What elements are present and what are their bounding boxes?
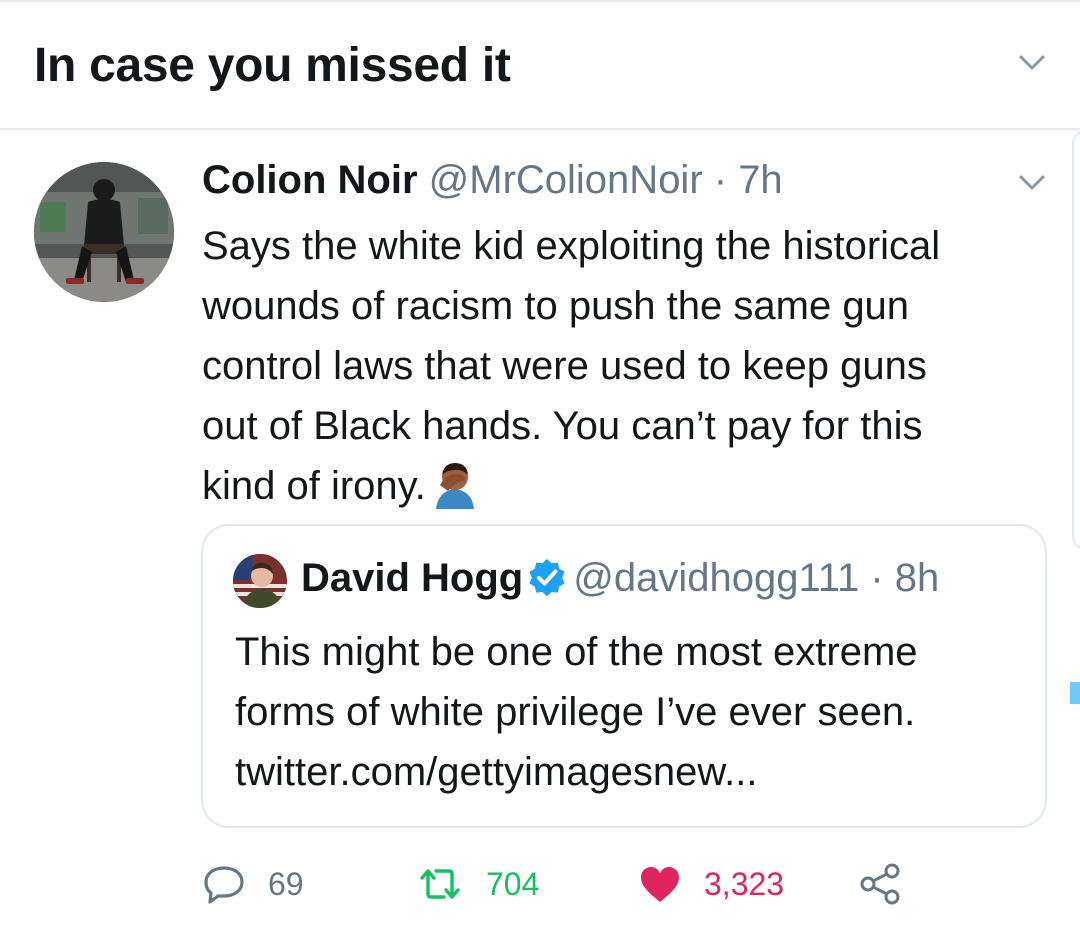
scroll-marker [1070,682,1080,704]
quoted-header: David Hogg @davidhogg111 · 8h [301,556,939,601]
reply-count: 69 [268,865,304,902]
tweet-text: Says the white kid exploiting the histor… [202,216,1052,516]
quoted-avatar[interactable] [233,554,287,608]
quoted-tweet[interactable]: David Hogg @davidhogg111 · 8h This might… [201,524,1047,828]
avatar[interactable] [34,162,174,302]
reply-bubble-icon [204,866,244,904]
quoted-handle-time[interactable]: @davidhogg111 · 8h [573,556,939,600]
verified-badge-icon [529,559,565,597]
like-count: 3,323 [704,865,785,902]
like-button[interactable]: 3,323 [638,854,784,914]
tweet[interactable]: Colion Noir @MrColionNoir · 7h Says the … [0,130,1080,935]
quoted-tweet-text: This might be one of the most extreme fo… [235,630,918,794]
heart-icon [641,867,679,902]
facepalm-emoji-icon [435,463,474,509]
scroll-indicator [1072,130,1080,550]
quoted-avatar-photo [233,554,287,608]
retweet-button[interactable]: 704 [416,854,539,914]
share-button[interactable] [858,854,924,914]
retweet-count: 704 [486,865,540,902]
retweet-icon [420,869,460,899]
chevron-down-icon[interactable] [1018,54,1046,72]
chevron-down-icon[interactable] [1018,174,1046,192]
section-header: In case you missed it [0,2,1080,130]
reply-button[interactable]: 69 [202,854,304,914]
tweet-header: Colion Noir @MrColionNoir · 7h [202,158,783,203]
section-title: In case you missed it [34,39,511,92]
quoted-author-name[interactable]: David Hogg [301,556,523,600]
share-icon [860,863,900,905]
tweet-body: Says the white kid exploiting the histor… [202,224,941,508]
author-name[interactable]: Colion Noir [202,158,418,202]
author-handle-time[interactable]: @MrColionNoir · 7h [429,158,783,202]
action-bar: 69 704 3,323 [202,854,962,914]
avatar-photo [34,162,174,302]
